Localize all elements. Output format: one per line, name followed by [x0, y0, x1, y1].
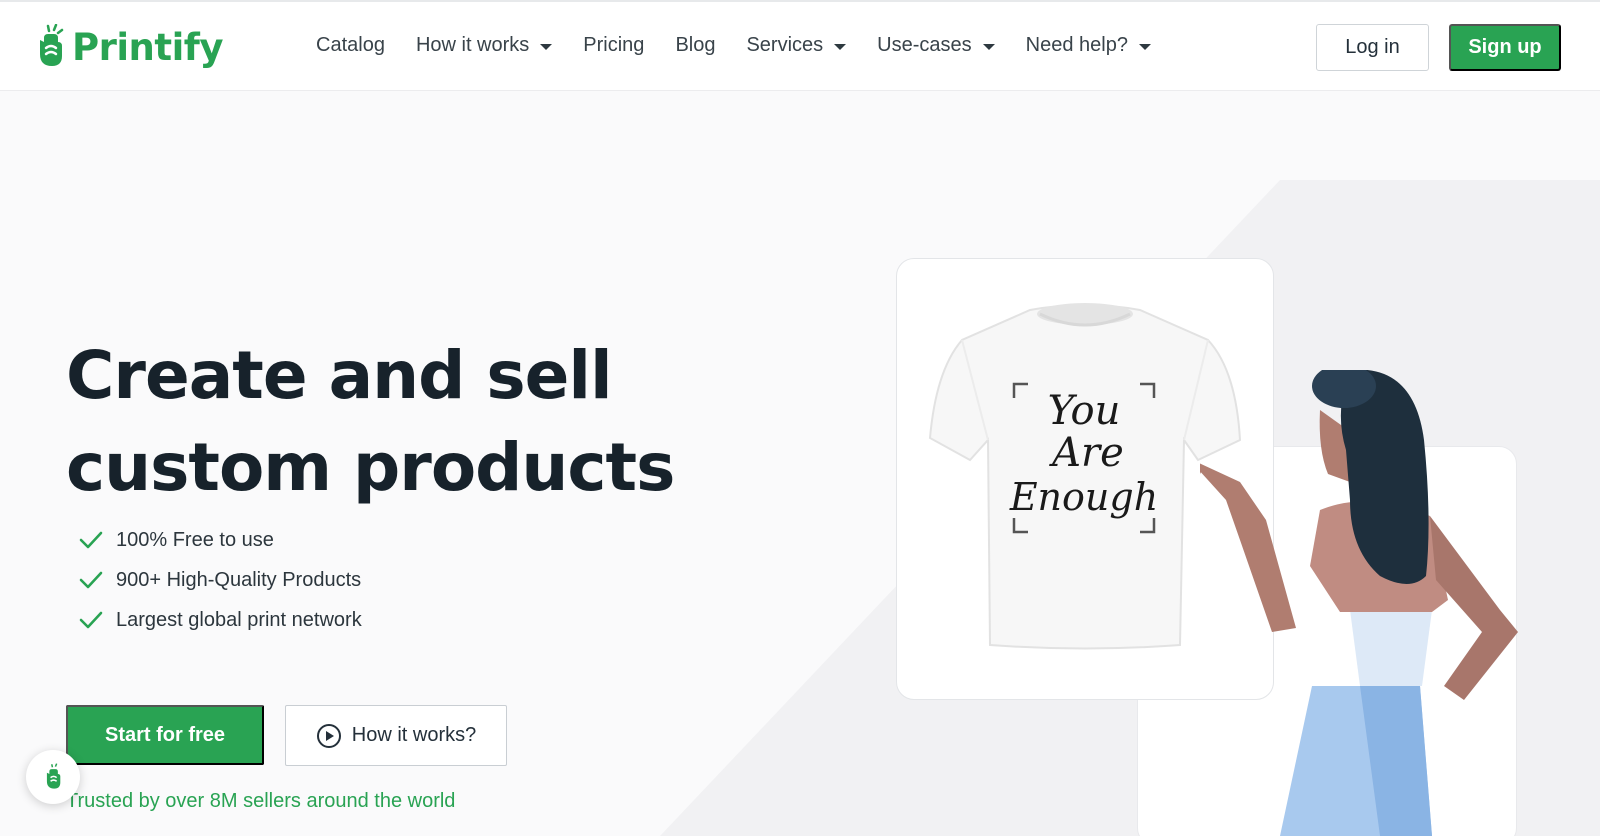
- nav-item-catalog[interactable]: Catalog: [316, 34, 385, 57]
- printify-logo[interactable]: Printify: [34, 24, 223, 70]
- feature-list: 100% Free to use 900+ High-Quality Produ…: [78, 520, 362, 640]
- hand-logo-icon: [40, 24, 64, 66]
- top-navigation-bar: Printify Catalog How it works Pricing Bl…: [0, 0, 1600, 91]
- login-button[interactable]: Log in: [1316, 24, 1429, 71]
- hand-logo-icon: [46, 763, 61, 789]
- nav-item-label: Services: [746, 34, 824, 56]
- nav-item-how-it-works[interactable]: How it works: [415, 34, 553, 57]
- chevron-down-icon: [540, 43, 553, 50]
- list-item: 100% Free to use: [78, 520, 362, 560]
- nav-item-use-cases[interactable]: Use-cases: [877, 34, 995, 57]
- how-it-works-button[interactable]: How it works?: [285, 705, 507, 766]
- checkmark-icon: [79, 611, 103, 629]
- nav-item-need-help[interactable]: Need help?: [1026, 34, 1151, 57]
- feature-text: Largest global print network: [116, 608, 362, 631]
- chevron-down-icon: [1138, 43, 1151, 50]
- chevron-down-icon: [834, 43, 847, 50]
- tshirt-print-line-1: You: [1048, 388, 1121, 434]
- list-item: 900+ High-Quality Products: [78, 560, 362, 600]
- nav-item-pricing[interactable]: Pricing: [583, 34, 644, 57]
- woman-illustration: [1200, 370, 1518, 836]
- hero-headline-line-2: custom products: [66, 429, 675, 506]
- nav-item-label: Blog: [675, 34, 716, 56]
- checkmark-icon: [79, 531, 103, 549]
- chat-widget-button[interactable]: [26, 750, 80, 804]
- nav-item-label: Need help?: [1025, 34, 1128, 56]
- signup-button[interactable]: Sign up: [1449, 24, 1561, 71]
- list-item: Largest global print network: [78, 600, 362, 640]
- tshirt-print-line-2: Are: [1048, 430, 1124, 476]
- nav-item-label: Use-cases: [877, 34, 972, 56]
- nav-item-label: Catalog: [316, 34, 385, 56]
- hero-headline: Create and sell custom products: [66, 330, 675, 514]
- nav-item-label: Pricing: [583, 34, 645, 56]
- checkmark-icon: [79, 571, 103, 589]
- nav-item-label: How it works: [415, 34, 530, 56]
- trusted-by-text: Trusted by over 8M sellers around the wo…: [66, 790, 456, 812]
- nav-item-services[interactable]: Services: [746, 34, 847, 57]
- logo-wordmark: Printify: [72, 25, 223, 69]
- main-nav: Catalog How it works Pricing Blog Servic…: [316, 34, 1182, 57]
- play-circle-icon: [316, 723, 341, 748]
- hero-headline-line-1: Create and sell: [66, 337, 613, 414]
- feature-text: 100% Free to use: [116, 528, 274, 551]
- tshirt-print-line-3: Enough: [1009, 475, 1158, 519]
- nav-item-blog[interactable]: Blog: [675, 34, 715, 57]
- how-it-works-label: How it works?: [351, 724, 477, 746]
- chevron-down-icon: [982, 43, 995, 50]
- start-for-free-button[interactable]: Start for free: [66, 705, 264, 765]
- feature-text: 900+ High-Quality Products: [116, 568, 362, 591]
